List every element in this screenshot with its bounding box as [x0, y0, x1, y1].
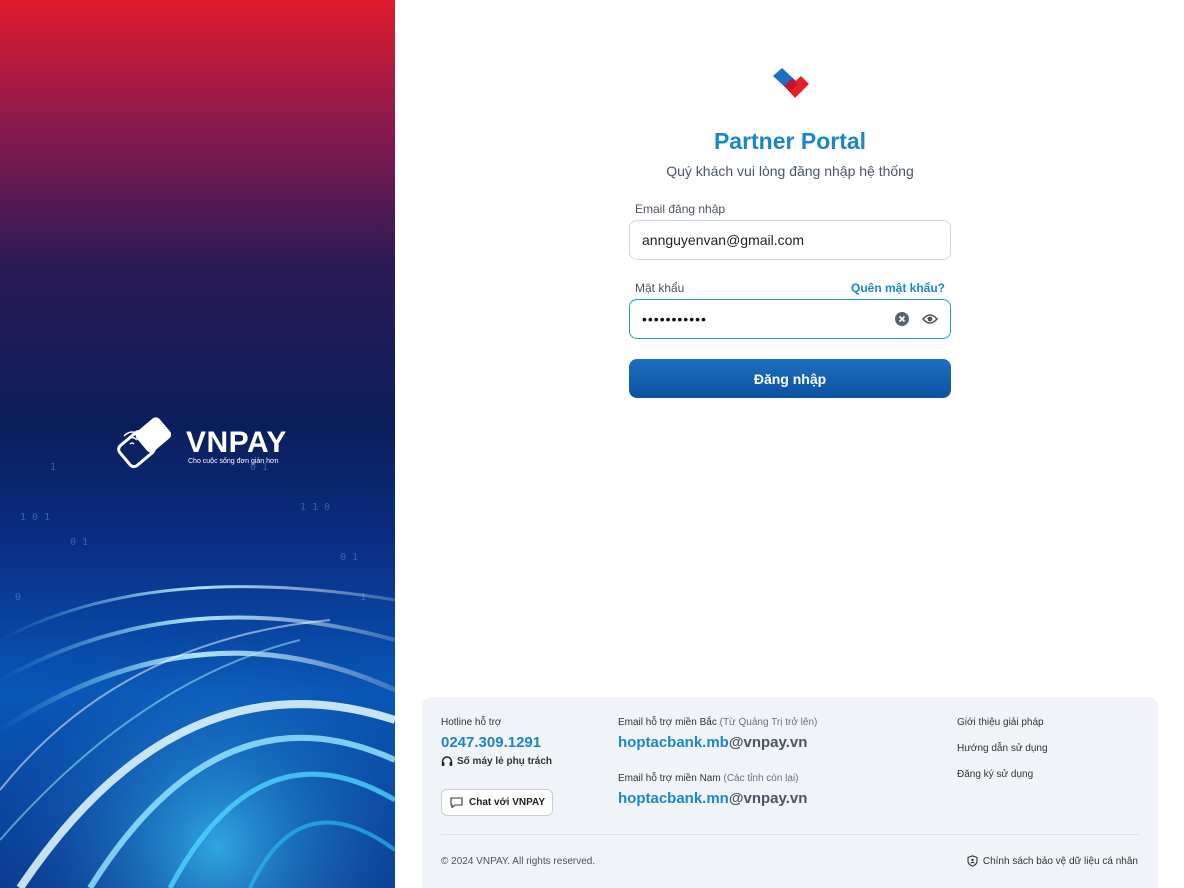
north-label: Email hỗ trợ miền Bắc [618, 717, 717, 728]
chat-icon [450, 797, 463, 808]
link-register[interactable]: Đăng ký sử dụng [957, 769, 1033, 780]
clear-icon[interactable] [894, 311, 910, 327]
vnpay-mark-icon [773, 68, 809, 98]
svg-text:1: 1 [360, 592, 366, 603]
headset-icon [441, 756, 453, 766]
brand-name: VNPAY [186, 426, 287, 459]
extension-label: Số máy lẻ phụ trách [457, 756, 553, 767]
svg-text:1 1 0: 1 1 0 [300, 502, 330, 513]
password-field[interactable]: ••••••••••• [629, 299, 951, 339]
privacy-policy-label: Chính sách bảo vệ dữ liệu cá nhân [982, 855, 1138, 867]
chat-button[interactable]: Chat với VNPAY [441, 789, 553, 816]
eye-icon[interactable] [922, 311, 938, 327]
footer-divider [441, 834, 1139, 835]
hero-panel: 1 0 10 11 1 0 0 101 0 11 VNPAY Cho cuộc … [0, 0, 395, 888]
page-title: Partner Portal [713, 128, 867, 154]
svg-text:1 0 1: 1 0 1 [20, 512, 50, 523]
south-note: (Các tỉnh còn lại) [723, 773, 799, 784]
south-email-link[interactable]: hoptacbank.mn@vnpay.vn [618, 790, 807, 807]
page-subtitle: Quý khách vui lòng đăng nhập hệ thống [666, 163, 914, 179]
south-email-label: Email hỗ trợ miền Nam (Các tỉnh còn lại) [618, 773, 799, 784]
shield-icon [967, 855, 978, 867]
svg-text:0 1: 0 1 [340, 552, 358, 563]
svg-text:1: 1 [50, 462, 56, 473]
support-footer: Hotline hỗ trợ 0247.309.1291 Số máy lẻ p… [422, 697, 1158, 888]
password-value: ••••••••••• [642, 311, 707, 327]
login-page: 1 0 10 11 1 0 0 101 0 11 VNPAY Cho cuộc … [0, 0, 1184, 888]
south-email-user: hoptacbank.mn [618, 790, 729, 807]
north-email-label: Email hỗ trợ miền Bắc (Từ Quảng Trị trở … [618, 717, 817, 728]
north-note: (Từ Quảng Trị trở lên) [719, 717, 818, 728]
north-email-user: hoptacbank.mb [618, 734, 729, 751]
privacy-policy-link[interactable]: Chính sách bảo vệ dữ liệu cá nhân [967, 855, 1138, 867]
login-button[interactable]: Đăng nhập [629, 359, 951, 398]
link-user-guide[interactable]: Hướng dẫn sử dụng [957, 743, 1048, 754]
north-email-domain: @vnpay.vn [728, 734, 808, 751]
hotline-number[interactable]: 0247.309.1291 [441, 734, 541, 751]
forgot-password-link[interactable]: Quên mật khẩu? [851, 281, 945, 295]
copyright: © 2024 VNPAY. All rights reserved. [441, 856, 596, 867]
svg-text:0: 0 [15, 592, 21, 603]
extension-info: Số máy lẻ phụ trách [441, 756, 552, 767]
vnpay-logo-icon [117, 417, 172, 469]
south-label: Email hỗ trợ miền Nam [618, 773, 721, 784]
svg-text:0 1: 0 1 [70, 537, 88, 548]
email-field[interactable]: annguyenvan@gmail.com [629, 220, 951, 260]
south-email-domain: @vnpay.vn [728, 790, 808, 807]
email-label: Email đăng nhập [635, 202, 726, 216]
vnpay-logo: VNPAY Cho cuộc sống đơn giản hơn [110, 416, 287, 470]
brand-tagline: Cho cuộc sống đơn giản hơn [188, 458, 279, 465]
password-label: Mật khẩu [635, 281, 685, 295]
hotline-label: Hotline hỗ trợ [441, 717, 502, 728]
chat-label: Chat với VNPAY [469, 797, 546, 808]
link-solution-intro[interactable]: Giới thiệu giải pháp [957, 717, 1044, 728]
north-email-link[interactable]: hoptacbank.mb@vnpay.vn [618, 734, 807, 751]
email-value: annguyenvan@gmail.com [642, 232, 805, 248]
